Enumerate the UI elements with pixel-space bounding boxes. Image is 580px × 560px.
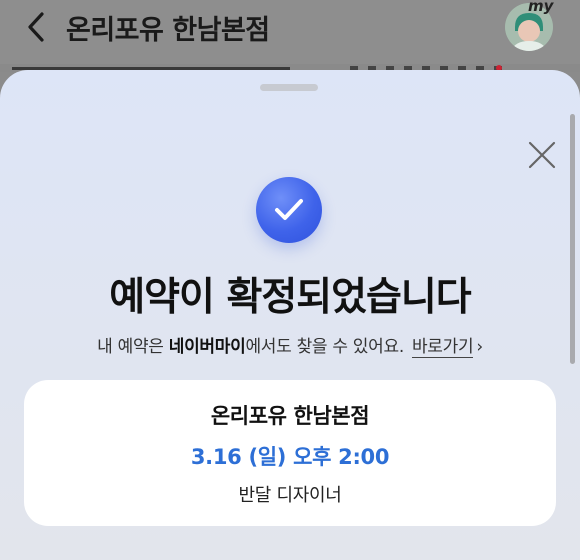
close-button[interactable]	[527, 140, 557, 170]
confirmation-title: 예약이 확정되었습니다	[109, 275, 471, 320]
reservation-card[interactable]: 온리포유 한남본점 3.16 (일) 오후 2:00 반달 디자이너	[24, 380, 556, 526]
reservation-store-name: 온리포유 한남본점	[210, 404, 370, 428]
page-title: 온리포유 한남본점	[66, 15, 270, 46]
success-badge	[256, 177, 322, 243]
my-badge: my	[528, 0, 554, 15]
confirmation-subtitle: 내 예약은 네이버마이에서도 찾을 수 있어요. 바로가기 ›	[0, 332, 580, 358]
chevron-right-icon[interactable]: ›	[476, 337, 483, 357]
reservation-datetime: 3.16 (일) 오후 2:00	[190, 445, 390, 469]
chevron-left-icon	[28, 12, 44, 42]
sheet-drag-handle[interactable]	[260, 84, 318, 91]
shortcut-link[interactable]: 바로가기	[411, 337, 474, 358]
confirmation-sheet: 예약이 확정되었습니다 내 예약은 네이버마이에서도 찾을 수 있어요. 바로가기…	[0, 70, 580, 560]
subtitle-service-name: 네이버마이	[168, 337, 246, 357]
reservation-designer: 반달 디자이너	[238, 485, 342, 506]
check-icon	[275, 199, 303, 220]
app-header: 온리포유 한남본점 my	[0, 0, 580, 64]
subtitle-prefix: 내 예약은	[97, 337, 169, 357]
scrollbar[interactable]	[570, 114, 575, 364]
back-button[interactable]	[22, 10, 52, 44]
subtitle-suffix: 에서도 찾을 수 있어요.	[245, 337, 404, 357]
close-icon	[528, 141, 556, 169]
